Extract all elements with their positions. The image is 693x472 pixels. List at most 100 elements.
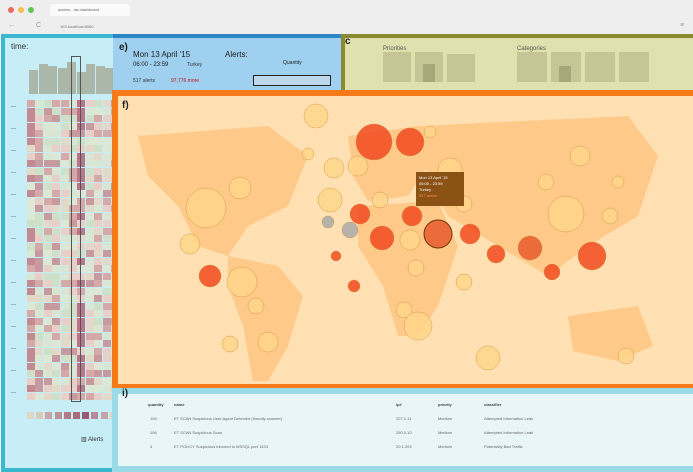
heatmap-cell[interactable] xyxy=(52,280,61,287)
heatmap-cell[interactable] xyxy=(43,340,52,347)
heatmap-cell[interactable] xyxy=(102,242,111,250)
heatmap-cell[interactable] xyxy=(43,100,52,107)
heatmap-cell[interactable] xyxy=(27,295,35,302)
heatmap-cell[interactable] xyxy=(27,182,35,190)
heatmap-cell[interactable] xyxy=(102,212,111,220)
heatmap-cell[interactable] xyxy=(102,317,111,325)
heatmap-cell[interactable] xyxy=(27,160,35,167)
country-alert-bubble[interactable] xyxy=(317,187,343,213)
country-alert-bubble[interactable] xyxy=(226,266,258,298)
heatmap-cell[interactable] xyxy=(35,152,44,160)
heatmap-cell[interactable] xyxy=(60,235,69,242)
country-alert-bubble[interactable] xyxy=(543,263,561,281)
day-summary-cell[interactable] xyxy=(27,412,34,419)
heatmap-cell[interactable] xyxy=(27,167,35,175)
heatmap-cell[interactable] xyxy=(43,310,52,317)
back-icon[interactable]: ← xyxy=(8,22,15,29)
heatmap-cell[interactable] xyxy=(102,280,111,287)
heatmap-cell[interactable] xyxy=(94,242,103,250)
heatmap-cell[interactable] xyxy=(60,137,69,145)
heatmap-cell[interactable] xyxy=(52,392,61,400)
heatmap-cell[interactable] xyxy=(35,227,44,235)
heatmap-cell[interactable] xyxy=(94,115,103,122)
heatmap-cell[interactable] xyxy=(52,317,61,325)
heatmap-cell[interactable] xyxy=(85,265,94,272)
heatmap-cell[interactable] xyxy=(94,152,103,160)
country-alert-bubble[interactable] xyxy=(601,207,619,225)
heatmap-cell[interactable] xyxy=(27,362,35,370)
heatmap-cell[interactable] xyxy=(94,265,103,272)
heatmap-cell[interactable] xyxy=(27,287,35,295)
heatmap-cell[interactable] xyxy=(27,250,35,257)
heatmap-cell[interactable] xyxy=(35,107,44,115)
country-alert-bubble[interactable] xyxy=(399,229,421,251)
heatmap-cell[interactable] xyxy=(43,115,52,122)
heatmap-cell[interactable] xyxy=(102,362,111,370)
heatmap-cell[interactable] xyxy=(85,377,94,385)
heatmap-cell[interactable] xyxy=(94,317,103,325)
heatmap-cell[interactable] xyxy=(43,287,52,295)
heatmap-cell[interactable] xyxy=(35,145,44,152)
country-alert-bubble[interactable] xyxy=(355,123,393,161)
heatmap-cell[interactable] xyxy=(35,190,44,197)
heatmap-cell[interactable] xyxy=(102,122,111,130)
heatmap-cell[interactable] xyxy=(52,287,61,295)
heatmap-cell[interactable] xyxy=(60,107,69,115)
country-alert-bubble[interactable] xyxy=(179,233,201,255)
heatmap-cell[interactable] xyxy=(43,130,52,137)
heatmap-cell[interactable] xyxy=(102,227,111,235)
day-summary-cell[interactable] xyxy=(73,412,80,419)
heatmap-cell[interactable] xyxy=(60,250,69,257)
heatmap-cell[interactable] xyxy=(85,250,94,257)
heatmap-cell[interactable] xyxy=(60,355,69,362)
heatmap-cell[interactable] xyxy=(60,287,69,295)
histogram-bar[interactable] xyxy=(38,64,48,94)
country-alert-bubble[interactable] xyxy=(611,175,625,189)
heatmap-cell[interactable] xyxy=(85,257,94,265)
heatmap-cell[interactable] xyxy=(85,235,94,242)
heatmap-cell[interactable] xyxy=(94,190,103,197)
heatmap-cell[interactable] xyxy=(94,340,103,347)
category-bar-1[interactable] xyxy=(517,52,547,82)
heatmap-cell[interactable] xyxy=(60,295,69,302)
heatmap-cell[interactable] xyxy=(27,190,35,197)
heatmap-cell[interactable] xyxy=(102,295,111,302)
country-alert-bubble[interactable] xyxy=(617,347,635,365)
heatmap-cell[interactable] xyxy=(94,362,103,370)
heatmap-cell[interactable] xyxy=(35,182,44,190)
heatmap-cell[interactable] xyxy=(35,362,44,370)
country-alert-bubble[interactable] xyxy=(423,125,437,139)
heatmap-cell[interactable] xyxy=(60,160,69,167)
heatmap-cell[interactable] xyxy=(35,332,44,340)
heatmap-cell[interactable] xyxy=(60,370,69,377)
heatmap-cell[interactable] xyxy=(27,137,35,145)
heatmap-cell[interactable] xyxy=(60,302,69,310)
heatmap-cell[interactable] xyxy=(94,175,103,182)
heatmap-cell[interactable] xyxy=(43,325,52,332)
priority-bar-high[interactable] xyxy=(383,52,411,82)
heatmap-cell[interactable] xyxy=(102,310,111,317)
heatmap-cell[interactable] xyxy=(94,160,103,167)
heatmap-cell[interactable] xyxy=(27,392,35,400)
heatmap-cell[interactable] xyxy=(43,175,52,182)
heatmap-cell[interactable] xyxy=(43,392,52,400)
heatmap-cell[interactable] xyxy=(85,355,94,362)
heatmap-cell[interactable] xyxy=(85,325,94,332)
heatmap-cell[interactable] xyxy=(43,205,52,212)
country-alert-bubble[interactable] xyxy=(475,345,501,371)
heatmap-cell[interactable] xyxy=(43,385,52,392)
heatmap-cell[interactable] xyxy=(35,370,44,377)
heatmap-cell[interactable] xyxy=(85,212,94,220)
histogram-bar[interactable] xyxy=(29,70,38,94)
heatmap-cell[interactable] xyxy=(102,332,111,340)
heatmap-cell[interactable] xyxy=(102,190,111,197)
heatmap-cell[interactable] xyxy=(52,250,61,257)
heatmap-cell[interactable] xyxy=(102,205,111,212)
heatmap-cell[interactable] xyxy=(27,107,35,115)
heatmap-cell[interactable] xyxy=(102,302,111,310)
heatmap-cell[interactable] xyxy=(85,310,94,317)
heatmap-cell[interactable] xyxy=(94,130,103,137)
heatmap-cell[interactable] xyxy=(60,340,69,347)
heatmap-cell[interactable] xyxy=(43,272,52,280)
heatmap-cell[interactable] xyxy=(35,242,44,250)
